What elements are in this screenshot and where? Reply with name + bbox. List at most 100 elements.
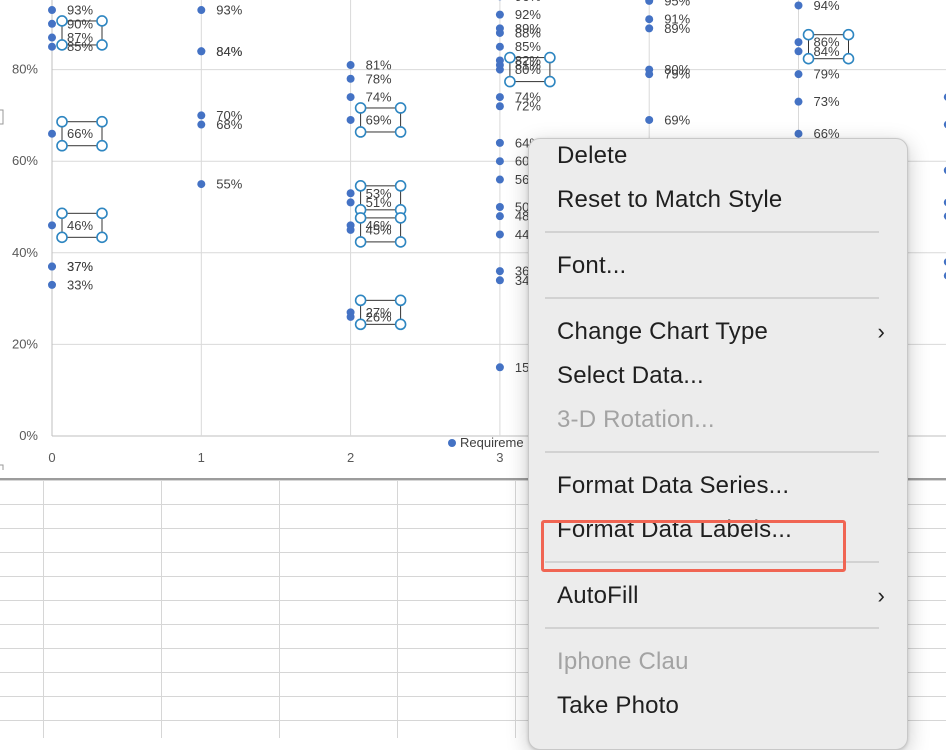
selection-handle[interactable] (545, 53, 555, 63)
data-point[interactable] (496, 276, 504, 284)
selection-handle[interactable] (356, 319, 366, 329)
data-point[interactable] (496, 157, 504, 165)
data-point[interactable] (645, 15, 653, 23)
data-point[interactable] (347, 226, 355, 234)
selection-handle[interactable] (57, 141, 67, 151)
data-label[interactable]: 93% (216, 3, 242, 18)
data-label[interactable]: 92% (515, 7, 541, 22)
data-point[interactable] (347, 198, 355, 206)
data-label[interactable]: 80% (515, 62, 541, 77)
selection-handle[interactable] (356, 213, 366, 223)
data-point[interactable] (645, 0, 653, 5)
chart-frame-handle-left[interactable] (0, 110, 3, 124)
data-label[interactable]: 68% (216, 117, 242, 132)
data-point[interactable] (496, 139, 504, 147)
data-point[interactable] (48, 221, 56, 229)
data-point[interactable] (496, 230, 504, 238)
data-label[interactable]: 55% (216, 177, 242, 192)
data-label[interactable]: 85% (67, 39, 93, 54)
data-label[interactable]: 79% (814, 67, 840, 82)
data-point[interactable] (496, 66, 504, 74)
data-point[interactable] (496, 363, 504, 371)
data-label[interactable]: 66% (67, 126, 93, 141)
data-point[interactable] (347, 75, 355, 83)
selection-handle[interactable] (57, 16, 67, 26)
selection-handle[interactable] (57, 208, 67, 218)
data-point[interactable] (197, 180, 205, 188)
menu-item-font[interactable]: Font... (557, 248, 885, 284)
data-label[interactable]: 26% (366, 309, 392, 324)
data-point[interactable] (496, 203, 504, 211)
data-point[interactable] (645, 116, 653, 124)
data-label[interactable]: 84% (814, 44, 840, 59)
data-label[interactable]: 93% (67, 3, 93, 18)
chart-frame-handle-bottom-left[interactable] (0, 465, 3, 470)
selection-handle[interactable] (804, 54, 814, 64)
data-point[interactable] (795, 47, 803, 55)
data-point[interactable] (496, 29, 504, 37)
data-point[interactable] (795, 70, 803, 78)
data-label[interactable]: 37% (67, 259, 93, 274)
selection-handle[interactable] (57, 117, 67, 127)
selection-handle[interactable] (356, 127, 366, 137)
selection-handle[interactable] (396, 127, 406, 137)
selection-handle[interactable] (57, 40, 67, 50)
menu-item-format-data-labels[interactable]: Format Data Labels... (557, 512, 885, 548)
selection-handle[interactable] (396, 295, 406, 305)
data-point[interactable] (347, 189, 355, 197)
selection-handle[interactable] (356, 181, 366, 191)
menu-item-format-data-series[interactable]: Format Data Series... (557, 468, 885, 504)
data-point[interactable] (347, 116, 355, 124)
menu-item-select-data[interactable]: Select Data... (557, 358, 885, 394)
data-point[interactable] (197, 6, 205, 14)
selection-handle[interactable] (396, 181, 406, 191)
data-point[interactable] (645, 24, 653, 32)
selection-handle[interactable] (97, 117, 107, 127)
data-point[interactable] (48, 130, 56, 138)
data-point[interactable] (496, 93, 504, 101)
data-point[interactable] (197, 47, 205, 55)
data-point[interactable] (795, 98, 803, 106)
data-point[interactable] (48, 43, 56, 51)
data-point[interactable] (496, 11, 504, 19)
data-point[interactable] (197, 121, 205, 129)
data-point[interactable] (48, 34, 56, 42)
selection-handle[interactable] (97, 40, 107, 50)
selection-handle[interactable] (356, 295, 366, 305)
data-label[interactable]: 51% (366, 195, 392, 210)
data-point[interactable] (48, 20, 56, 28)
data-point[interactable] (48, 6, 56, 14)
data-point[interactable] (48, 263, 56, 271)
data-label[interactable]: 46% (67, 218, 93, 233)
data-label[interactable]: 45% (366, 222, 392, 237)
data-point[interactable] (197, 111, 205, 119)
data-point[interactable] (347, 93, 355, 101)
selection-handle[interactable] (356, 237, 366, 247)
data-point[interactable] (795, 38, 803, 46)
data-label[interactable]: 33% (67, 277, 93, 292)
data-label[interactable]: 73% (814, 94, 840, 109)
data-point[interactable] (795, 130, 803, 138)
selection-handle[interactable] (804, 30, 814, 40)
data-label[interactable]: 79% (664, 67, 690, 82)
selection-handle[interactable] (57, 232, 67, 242)
selection-handle[interactable] (396, 213, 406, 223)
data-label[interactable]: 89% (664, 21, 690, 36)
data-point[interactable] (496, 267, 504, 275)
selection-handle[interactable] (505, 53, 515, 63)
selection-handle[interactable] (396, 319, 406, 329)
data-label[interactable]: 69% (366, 112, 392, 127)
data-label[interactable]: 74% (366, 90, 392, 105)
selection-handle[interactable] (844, 54, 854, 64)
data-point[interactable] (795, 1, 803, 9)
selection-handle[interactable] (396, 237, 406, 247)
data-point[interactable] (496, 102, 504, 110)
data-label[interactable]: 94% (814, 0, 840, 13)
menu-item-delete[interactable]: Delete (557, 138, 885, 174)
selection-handle[interactable] (97, 208, 107, 218)
selection-handle[interactable] (505, 77, 515, 87)
menu-item-take-photo[interactable]: Take Photo (557, 688, 885, 724)
data-point[interactable] (496, 43, 504, 51)
selection-handle[interactable] (356, 103, 366, 113)
selection-handle[interactable] (97, 141, 107, 151)
